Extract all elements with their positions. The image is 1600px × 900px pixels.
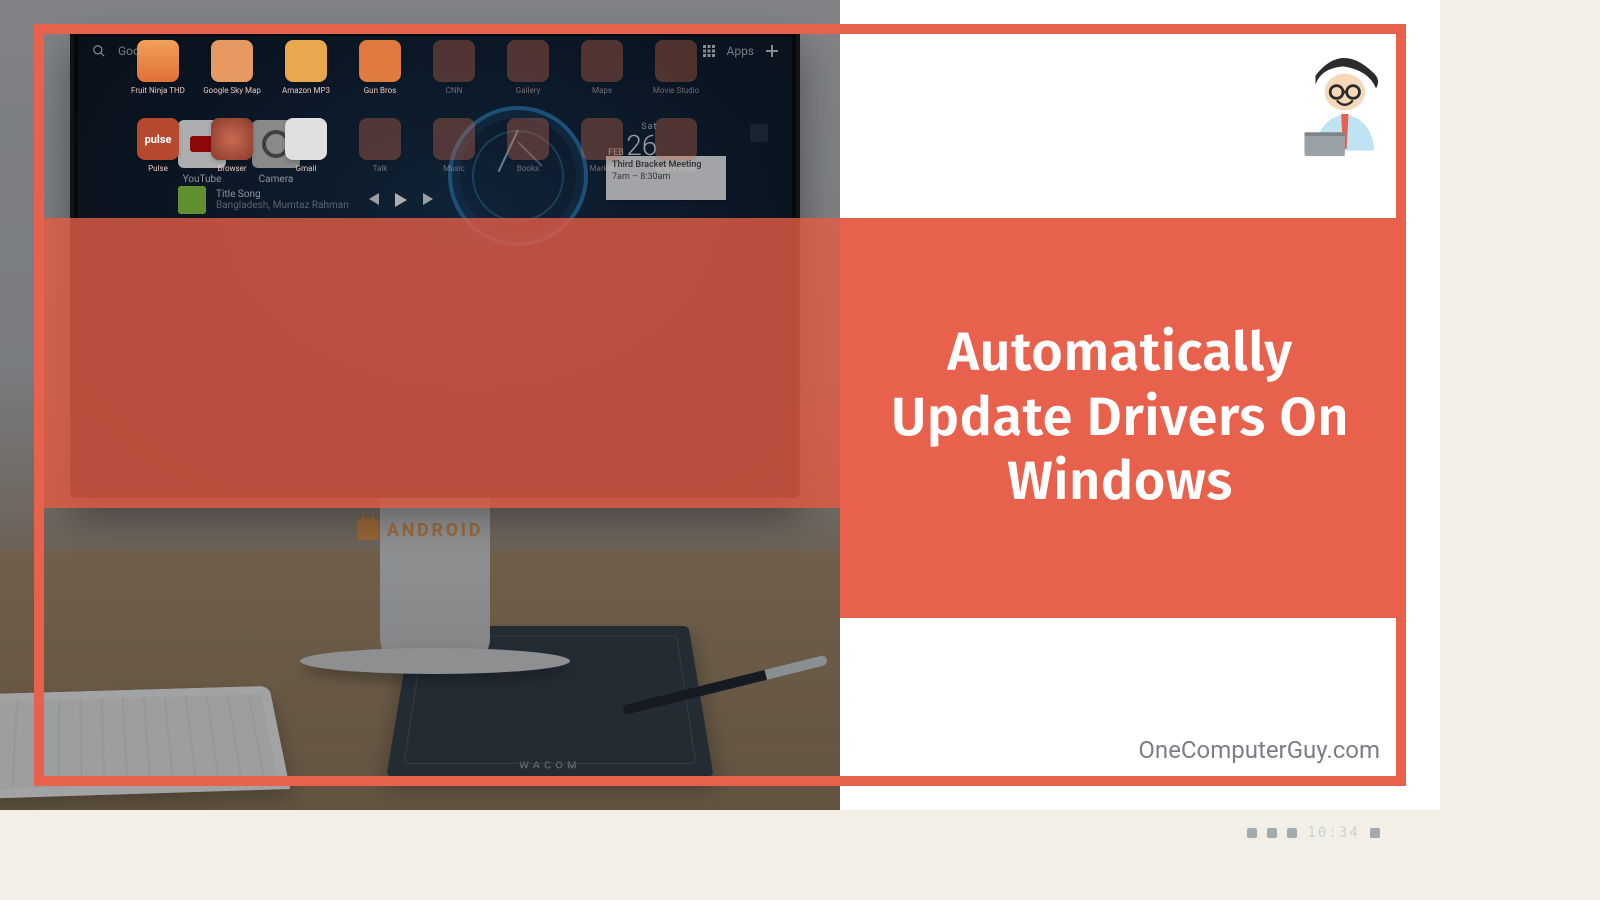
page-gutter-right bbox=[1440, 0, 1600, 900]
android-logo: ANDROID bbox=[357, 514, 483, 541]
app-talk: Talk bbox=[352, 118, 408, 190]
app-label: Gallery bbox=[516, 86, 541, 95]
tablet-brand-label: WACOM bbox=[519, 761, 581, 771]
media-controls bbox=[369, 193, 433, 207]
keyboard bbox=[0, 686, 290, 800]
app-label: CNN bbox=[446, 86, 463, 95]
tray-icon bbox=[1287, 828, 1297, 838]
app-label: Music bbox=[443, 164, 465, 173]
app-icon bbox=[655, 40, 697, 82]
accent-overlay-left bbox=[44, 218, 840, 508]
mini-icon bbox=[750, 124, 768, 142]
app-music: Music bbox=[426, 118, 482, 190]
app-icon bbox=[433, 40, 475, 82]
tray-clock: 10:34 bbox=[1307, 825, 1360, 841]
app-icon bbox=[359, 118, 401, 160]
tray-icon bbox=[1267, 828, 1277, 838]
app-fruit-ninja: Fruit Ninja THD bbox=[130, 40, 186, 112]
desk-surface bbox=[0, 550, 840, 810]
android-logo-text: ANDROID bbox=[387, 520, 483, 541]
screen-system-tray: 10:34 bbox=[150, 820, 1380, 846]
album-art-icon bbox=[178, 186, 206, 214]
hero-frame: WACOM ANDROID Google bbox=[0, 0, 1440, 810]
site-mascot-logo bbox=[1288, 48, 1398, 158]
headline-text: Automatically Update Drivers On Windows bbox=[880, 321, 1360, 515]
app-cnn: CNN bbox=[426, 40, 482, 112]
app-label: Gun Bros bbox=[364, 86, 397, 95]
app-icon bbox=[211, 40, 253, 82]
app-icon bbox=[655, 118, 697, 160]
app-grid: Fruit Ninja THD Google Sky Map Amazon MP… bbox=[130, 40, 704, 190]
app-icon bbox=[507, 40, 549, 82]
app-icon: pulse bbox=[137, 118, 179, 160]
app-icon bbox=[581, 40, 623, 82]
site-credit: OneComputerGuy.com bbox=[1138, 736, 1380, 764]
app-gmail: Gmail bbox=[278, 118, 334, 190]
android-robot-icon bbox=[357, 518, 379, 540]
app-label: Maps bbox=[592, 86, 612, 95]
app-pulse: pulse Pulse bbox=[130, 118, 186, 190]
app-icon bbox=[581, 118, 623, 160]
app-label: Books bbox=[517, 164, 539, 173]
app-gun-bros: Gun Bros bbox=[352, 40, 408, 112]
app-amazon-mp3: Amazon MP3 bbox=[278, 40, 334, 112]
app-icon bbox=[359, 40, 401, 82]
app-label: Browser bbox=[217, 164, 246, 173]
now-playing-title: Title Song bbox=[216, 189, 349, 200]
tray-icon bbox=[1247, 828, 1257, 838]
next-track-icon bbox=[423, 193, 433, 205]
now-playing: Title Song Bangladesh, Mumtaz Rahman bbox=[178, 186, 433, 214]
prev-track-icon bbox=[369, 193, 379, 205]
plus-icon bbox=[766, 45, 778, 57]
app-gallery: Gallery bbox=[500, 40, 556, 112]
app-label: Google Sky Map bbox=[203, 86, 261, 95]
app-label: Movie Studio bbox=[653, 86, 699, 95]
search-icon bbox=[92, 44, 106, 58]
app-icon bbox=[285, 118, 327, 160]
now-playing-subtitle: Bangladesh, Mumtaz Rahman bbox=[216, 200, 349, 211]
apps-label: Apps bbox=[727, 44, 755, 58]
headline-band: Automatically Update Drivers On Windows bbox=[840, 218, 1400, 618]
app-label: Pulse bbox=[148, 164, 168, 173]
app-maps: Maps bbox=[574, 40, 630, 112]
app-icon bbox=[507, 118, 549, 160]
monitor-stand bbox=[380, 498, 490, 668]
app-label: Amazon MP3 bbox=[282, 86, 330, 95]
topright-mini-icons bbox=[750, 124, 768, 142]
app-icon bbox=[433, 118, 475, 160]
app-browser: Browser bbox=[204, 118, 260, 190]
app-icon bbox=[211, 118, 253, 160]
app-label: Market bbox=[590, 164, 615, 173]
app-icon bbox=[285, 40, 327, 82]
app-label: Gmail bbox=[296, 164, 317, 173]
app-market: Market bbox=[574, 118, 630, 190]
app-sky-map: Google Sky Map bbox=[204, 40, 260, 112]
app-books: Books bbox=[500, 118, 556, 190]
tray-icon bbox=[1370, 828, 1380, 838]
app-angry-birds: Angry Birds bbox=[648, 118, 704, 190]
app-label: Angry Birds bbox=[656, 164, 697, 173]
app-icon bbox=[137, 40, 179, 82]
app-label: Talk bbox=[373, 164, 388, 173]
app-movie-studio: Movie Studio bbox=[648, 40, 704, 112]
drawing-tablet: WACOM bbox=[386, 626, 713, 777]
play-icon bbox=[395, 193, 407, 207]
stylus bbox=[622, 655, 828, 716]
app-label: Fruit Ninja THD bbox=[131, 86, 185, 95]
apps-grid-icon bbox=[703, 45, 715, 57]
